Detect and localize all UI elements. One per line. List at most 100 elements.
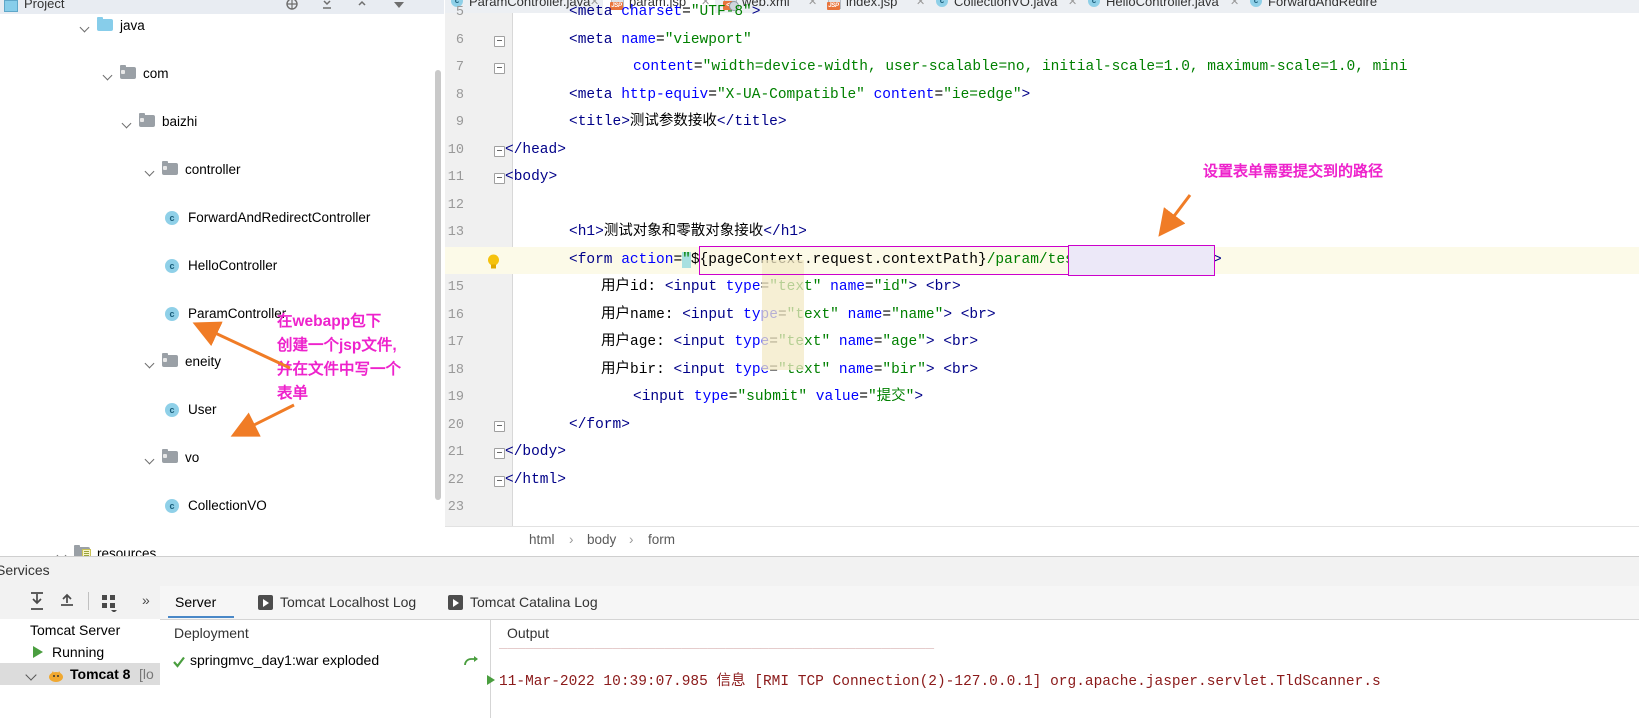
chevron-down-icon[interactable] — [78, 14, 91, 38]
annotation-tree-note-line-2: 创建一个jsp文件, — [277, 337, 397, 354]
line-number: 12 — [447, 197, 464, 213]
java-class-icon: c — [1088, 0, 1100, 7]
code-editor[interactable]: <meta charset="UTF-8"> <meta name="viewp… — [445, 4, 1639, 526]
chevron-down-icon[interactable] — [143, 350, 156, 374]
services-tab-bar[interactable]: Server Tomcat Localhost Log Tomcat Catal… — [160, 586, 1639, 620]
chevron-down-icon[interactable] — [25, 669, 37, 681]
services-tree[interactable]: Tomcat Server Running Tomcat 8 [lo — [0, 619, 161, 718]
deployment-item-label[interactable]: springmvc_day1:war exploded — [190, 652, 379, 668]
line-number: 23 — [447, 500, 464, 515]
line-number: 16 — [447, 307, 464, 323]
close-icon[interactable]: ✕ — [916, 0, 925, 13]
editor-tab-hello-controller[interactable]: c HelloController.java ✕ — [1082, 0, 1244, 13]
tree-node-java-main[interactable]: java — [0, 14, 444, 38]
collapse-all-icon[interactable] — [58, 592, 76, 615]
editor-tab-index-jsp[interactable]: JSP index.jsp ✕ — [822, 0, 930, 13]
fold-marker-line6[interactable] — [493, 27, 506, 55]
tree-node-user[interactable]: c User — [0, 398, 444, 422]
expand-all-icon[interactable] — [28, 592, 46, 615]
breadcrumb-item-html[interactable]: html — [529, 532, 555, 547]
editor-tab-forward-and-redirect[interactable]: c ForwardAndRedire — [1244, 0, 1444, 13]
tree-node-label: vo — [185, 450, 200, 465]
line-number: 7 — [455, 60, 464, 75]
tree-node-resources-main[interactable]: resources — [0, 542, 444, 556]
tomcat-icon — [48, 667, 64, 689]
code-line-10: </head> — [505, 141, 566, 158]
line-number: 17 — [447, 335, 464, 350]
folder-package-icon — [162, 353, 178, 367]
chevron-down-icon[interactable] — [143, 446, 156, 470]
folder-resources-icon — [74, 545, 91, 556]
folder-source-icon — [97, 17, 113, 31]
console-gutter-marker — [487, 675, 495, 685]
code-line-13: <h1>测试对象和零散对象接收</h1> — [569, 224, 807, 240]
group-icon[interactable] — [100, 592, 120, 615]
services-node-running[interactable]: Running — [0, 641, 160, 663]
deploy-arrow-icon[interactable] — [463, 652, 481, 673]
output-column[interactable]: Output ‾‾‾‾‾‾‾‾‾‾‾‾‾‾‾‾‾‾‾‾‾‾‾‾‾‾‾‾‾‾‾‾‾… — [487, 619, 1639, 718]
tree-node-baizhi[interactable]: baizhi — [0, 110, 444, 134]
services-node-label: Tomcat 8 — [70, 666, 131, 682]
tree-node-collection-vo[interactable]: c CollectionVO — [0, 494, 444, 518]
project-tree-scrollbar[interactable] — [435, 70, 441, 500]
occurrence-highlight-strip — [762, 260, 804, 370]
tree-node-label: CollectionVO — [188, 498, 267, 513]
tree-node-label: ForwardAndRedirectController — [188, 210, 371, 225]
services-label: Services — [0, 562, 50, 578]
tree-node-hello-controller[interactable]: c HelloController — [0, 254, 444, 278]
more-icon[interactable]: » — [142, 592, 150, 608]
locate-icon[interactable] — [285, 0, 299, 11]
services-tab-server[interactable]: Server — [175, 594, 216, 610]
tree-node-com[interactable]: com — [0, 62, 444, 86]
tree-node-vo[interactable]: vo — [0, 446, 444, 470]
code-line-7: content="width=device-width, user-scalab… — [633, 59, 1408, 75]
services-tab-tomcat-catalina-log[interactable]: Tomcat Catalina Log — [470, 594, 598, 610]
close-icon[interactable]: ✕ — [1068, 0, 1077, 13]
close-icon[interactable]: ✕ — [808, 0, 817, 13]
settings-icon[interactable] — [392, 0, 406, 11]
chevron-down-icon[interactable] — [101, 62, 114, 86]
services-node-tomcat-server[interactable]: Tomcat Server — [0, 619, 160, 641]
editor-tab-collection-vo[interactable]: c CollectionVO.java ✕ — [930, 0, 1082, 13]
run-icon[interactable] — [448, 595, 463, 610]
services-panel[interactable]: » Tomcat Server Running Tomcat 8 [lo Ser… — [0, 586, 1639, 718]
fold-marker-line20[interactable] — [493, 412, 506, 440]
project-tool-window[interactable]: Project java com baizhi controller c For… — [0, 0, 444, 556]
line-number: 9 — [455, 115, 464, 130]
breadcrumb-separator: › — [629, 532, 634, 547]
chevron-down-icon[interactable] — [120, 110, 133, 134]
close-icon[interactable]: ✕ — [1230, 0, 1239, 13]
run-icon[interactable] — [258, 595, 273, 610]
services-tool-window-strip[interactable]: Services — [0, 556, 1639, 587]
tree-node-label: resources — [97, 546, 157, 556]
code-line-9: <title>测试参数接收</title> — [569, 114, 787, 130]
project-tree[interactable]: java com baizhi controller c ForwardAndR… — [0, 14, 444, 556]
services-detail-pane[interactable]: Server Tomcat Localhost Log Tomcat Catal… — [160, 586, 1639, 718]
services-tab-tomcat-localhost-log[interactable]: Tomcat Localhost Log — [280, 594, 416, 610]
jsp-file-icon: JSP — [827, 0, 841, 13]
tree-node-forward-and-redirect-controller[interactable]: c ForwardAndRedirectController — [0, 206, 444, 230]
services-toolbar[interactable]: » — [0, 586, 160, 619]
services-node-label: Tomcat Server — [30, 622, 121, 638]
highlight-box-path-segment — [1068, 245, 1215, 276]
deployment-column[interactable]: Deployment springmvc_day1:war exploded — [160, 619, 491, 718]
collapse-all-icon[interactable] — [320, 0, 334, 11]
fold-marker-line7[interactable] — [493, 54, 506, 82]
tree-node-label: User — [188, 402, 217, 417]
line-number: 18 — [447, 362, 464, 378]
breadcrumb-item-body[interactable]: body — [587, 532, 616, 547]
java-class-icon: c — [165, 259, 179, 273]
intention-bulb-icon[interactable] — [487, 254, 500, 275]
breadcrumb-item-form[interactable]: form — [648, 532, 675, 547]
chevron-down-icon[interactable] — [55, 542, 68, 556]
toolbar-divider — [88, 592, 89, 610]
expand-icon[interactable] — [355, 0, 369, 11]
tree-node-label: java — [120, 18, 145, 33]
tree-node-controller[interactable]: controller — [0, 158, 444, 182]
chevron-down-icon[interactable] — [143, 158, 156, 182]
breadcrumb[interactable]: html › body › form — [445, 526, 1639, 556]
services-node-tomcat-8[interactable]: Tomcat 8 [lo — [0, 663, 160, 685]
editor-area[interactable]: c ParamController.java ✕ JSP param.jsp ✕… — [445, 0, 1639, 556]
line-number: 22 — [447, 472, 464, 488]
project-panel-title: Project — [24, 0, 65, 11]
